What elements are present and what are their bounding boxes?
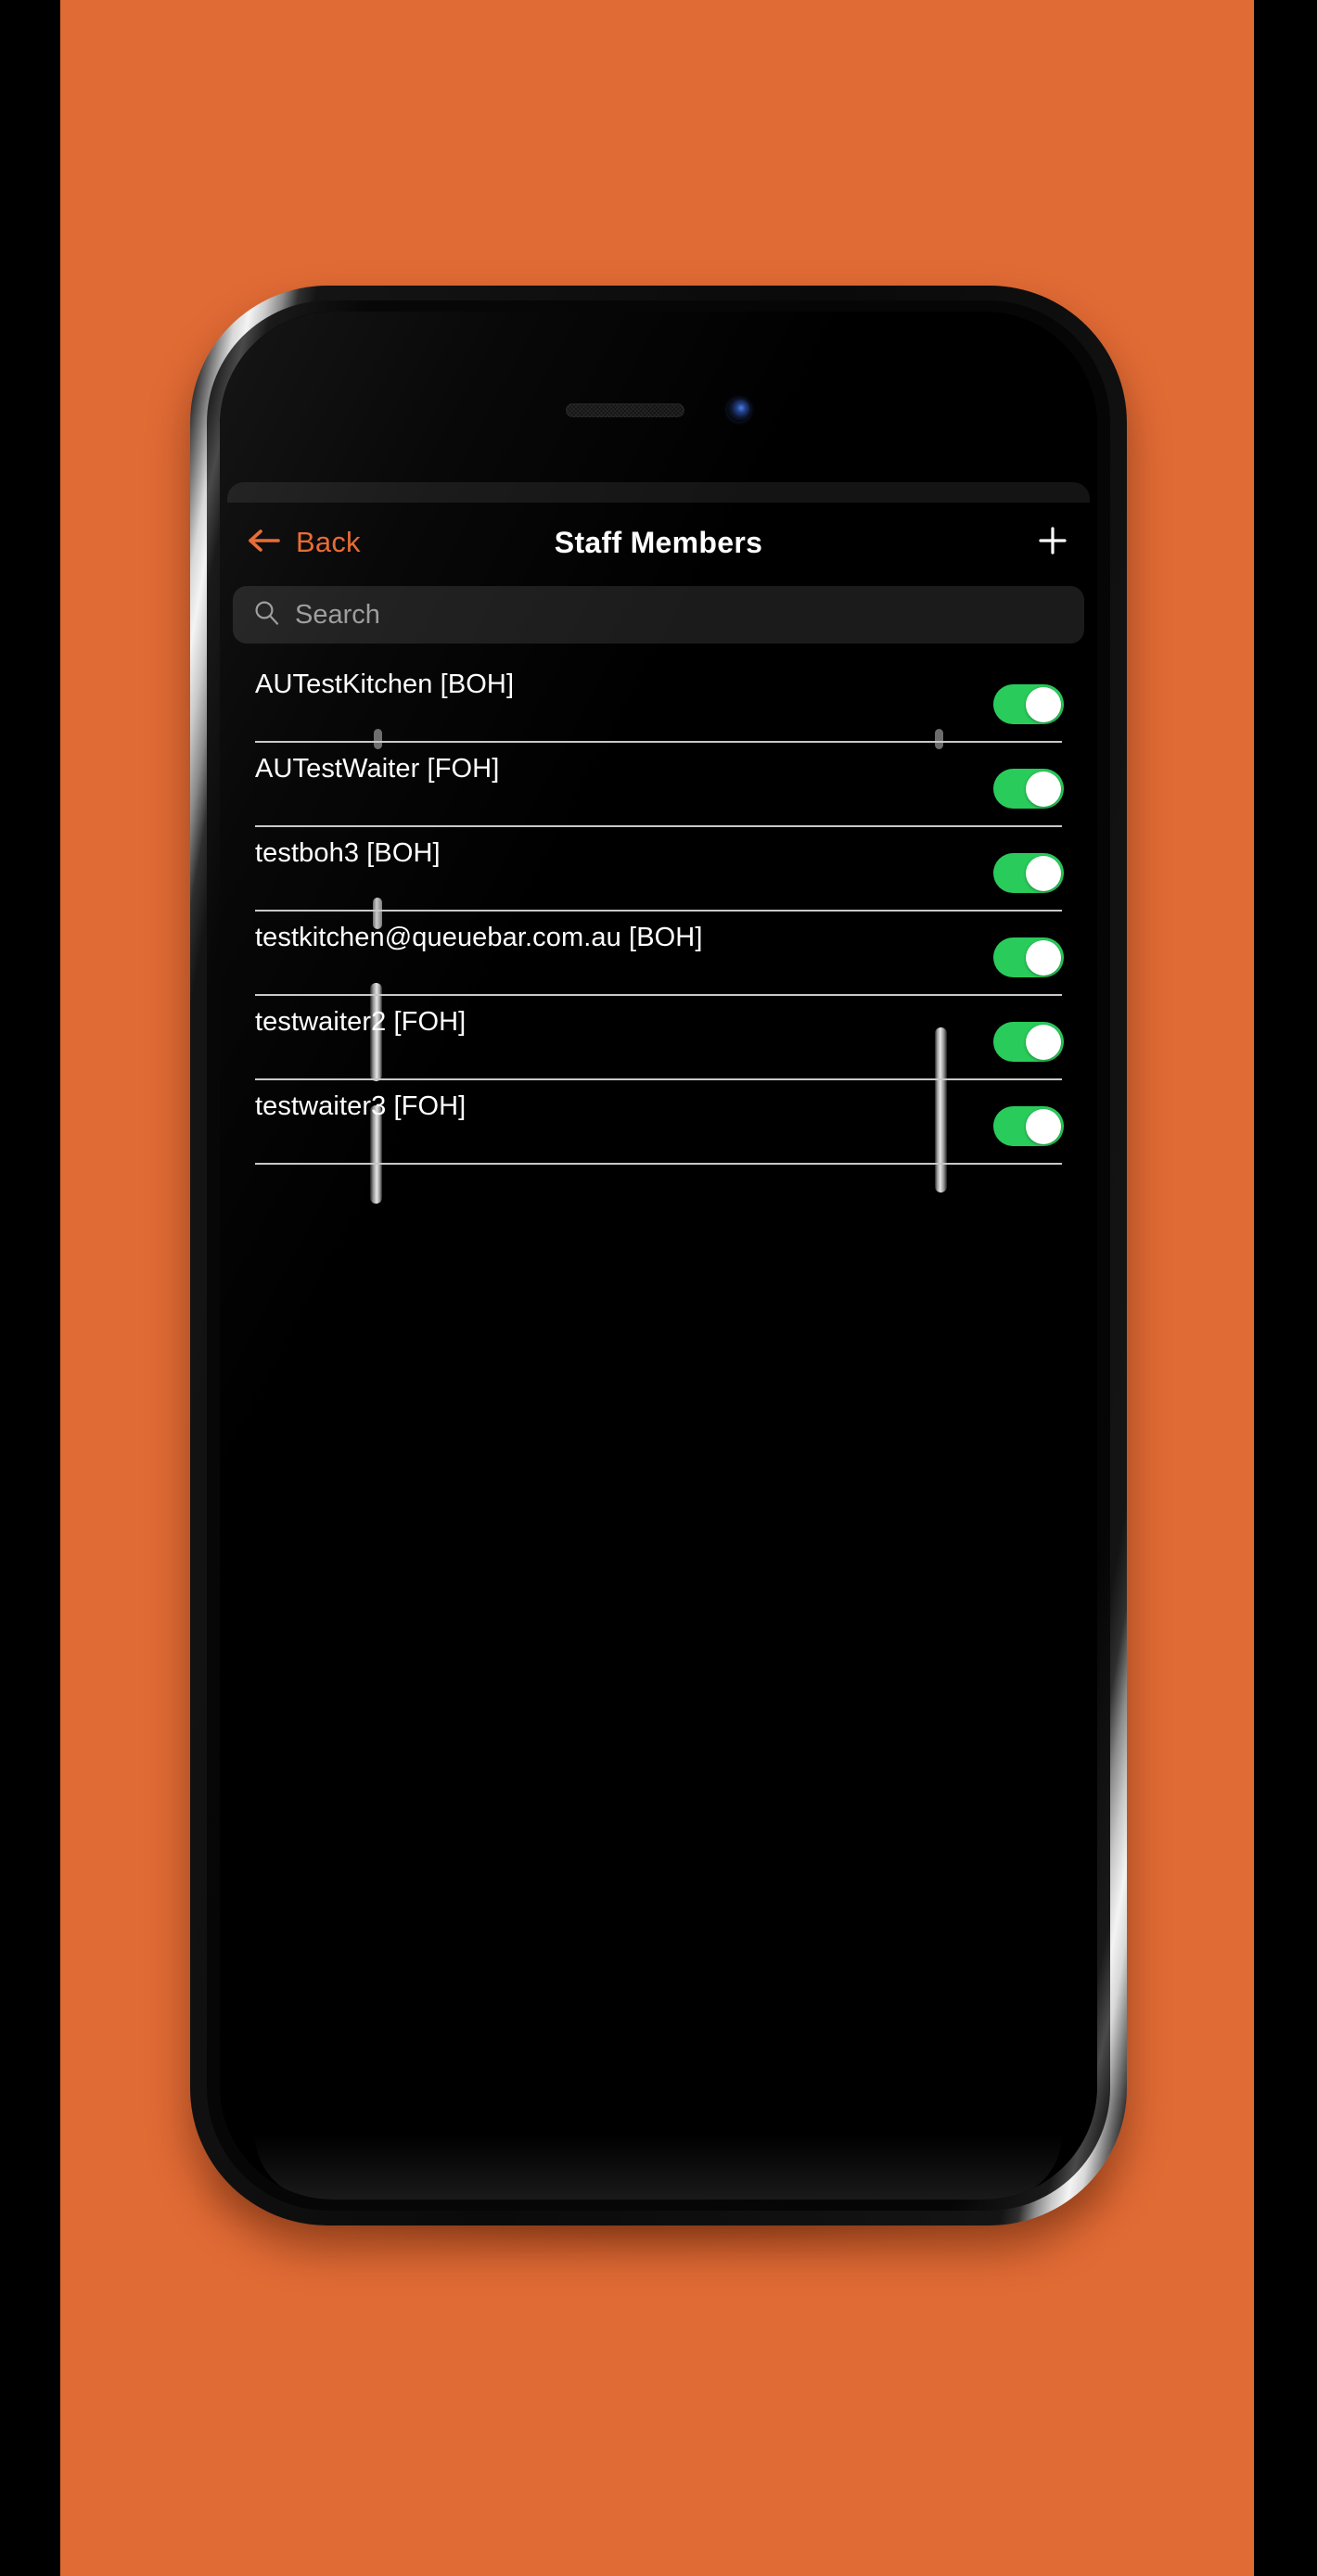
toggle-knob: [1026, 1024, 1061, 1060]
sensor-row: [220, 391, 1097, 428]
staff-list-item[interactable]: AUTestKitchen [BOH]: [233, 658, 1084, 743]
staff-enabled-toggle[interactable]: [993, 853, 1064, 893]
row-divider: [255, 1163, 1062, 1165]
search-placeholder: Search: [295, 599, 380, 630]
staff-member-name: AUTestKitchen [BOH]: [255, 670, 515, 699]
staff-members-list: AUTestKitchen [BOH] AUTestWaiter [FOH] t…: [233, 658, 1084, 2200]
staff-member-name: testwaiter3 [FOH]: [255, 1091, 467, 1121]
phone-bezel: Back Staff Members Search AUTestKitchen …: [207, 300, 1110, 2211]
staff-enabled-toggle[interactable]: [993, 1022, 1064, 1062]
plus-icon: [1034, 522, 1071, 564]
toggle-knob: [1026, 686, 1061, 722]
phone-screen: Back Staff Members Search AUTestKitchen …: [220, 312, 1097, 2200]
screenshot-stage: Back Staff Members Search AUTestKitchen …: [0, 0, 1317, 2576]
staff-member-name: AUTestWaiter [FOH]: [255, 754, 500, 784]
staff-list-item[interactable]: testkitchen@queuebar.com.au [BOH]: [233, 912, 1084, 996]
app-content: Back Staff Members Search AUTestKitchen …: [220, 312, 1097, 2200]
navigation-bar: Back Staff Members: [233, 514, 1084, 571]
toggle-knob: [1026, 1108, 1061, 1144]
add-staff-button[interactable]: [1027, 516, 1079, 568]
staff-list-item[interactable]: testboh3 [BOH]: [233, 827, 1084, 912]
staff-enabled-toggle[interactable]: [993, 684, 1064, 724]
staff-list-item[interactable]: testwaiter2 [FOH]: [233, 996, 1084, 1080]
staff-enabled-toggle[interactable]: [993, 769, 1064, 809]
staff-member-name: testwaiter2 [FOH]: [255, 1007, 467, 1037]
phone-screen-area: Back Staff Members Search AUTestKitchen …: [220, 312, 1097, 2200]
staff-member-name: testboh3 [BOH]: [255, 838, 441, 868]
search-icon: [253, 599, 280, 631]
staff-enabled-toggle[interactable]: [993, 937, 1064, 977]
toggle-knob: [1026, 939, 1061, 976]
earpiece-speaker-icon: [566, 402, 684, 417]
staff-member-name: testkitchen@queuebar.com.au [BOH]: [255, 923, 703, 952]
back-button[interactable]: Back: [233, 526, 361, 559]
toggle-knob: [1026, 855, 1061, 891]
phone-device: Back Staff Members Search AUTestKitchen …: [190, 286, 1127, 2225]
back-button-label: Back: [296, 526, 361, 558]
toggle-knob: [1026, 771, 1061, 807]
arrow-left-icon: [248, 527, 283, 559]
staff-list-item[interactable]: AUTestWaiter [FOH]: [233, 743, 1084, 827]
front-camera-icon: [727, 398, 751, 422]
staff-enabled-toggle[interactable]: [993, 1106, 1064, 1146]
search-input[interactable]: Search: [233, 586, 1084, 644]
staff-list-item[interactable]: testwaiter3 [FOH]: [233, 1080, 1084, 1165]
